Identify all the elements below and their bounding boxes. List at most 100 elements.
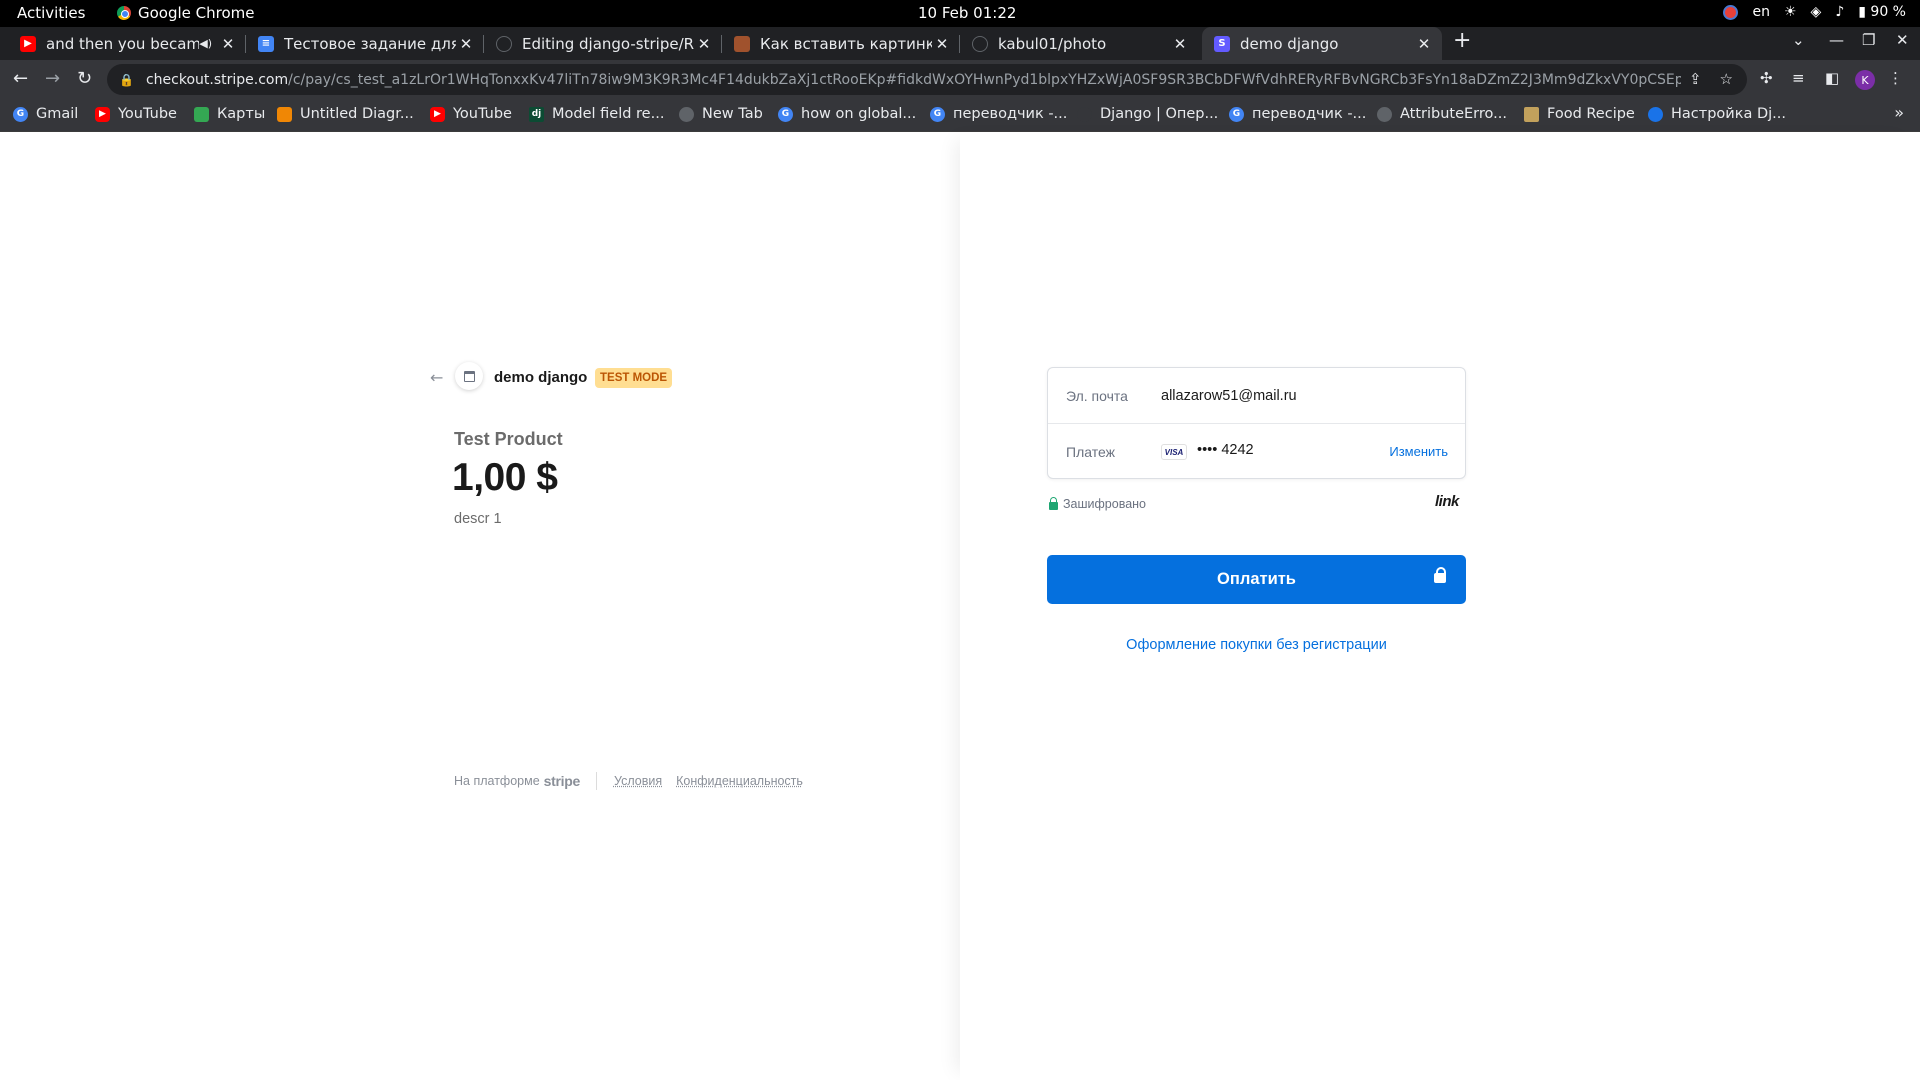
privacy-link[interactable]: Конфиденциальность — [676, 774, 803, 788]
share-icon[interactable]: ⇪ — [1689, 70, 1702, 88]
powered-by-label: На платформе — [454, 774, 540, 788]
bookmark-youtube-2[interactable]: ▶ YouTube — [430, 106, 512, 122]
bookmark-label: AttributeErro... — [1400, 106, 1507, 122]
stripe-icon: S — [1214, 35, 1230, 52]
back-icon[interactable]: ← — [13, 68, 28, 89]
close-tab-icon[interactable]: ✕ — [218, 35, 238, 53]
payment-row[interactable]: Платеж VISA •••• 4242 Изменить — [1048, 424, 1465, 480]
restore-icon[interactable]: ❐ — [1862, 31, 1875, 49]
tab-github-photo[interactable]: kabul01/photo ✕ — [960, 27, 1198, 60]
avatar-icon — [734, 35, 750, 52]
url-host: checkout.stripe.com — [145, 71, 289, 88]
activities-button[interactable]: Activities — [17, 4, 85, 22]
bookmark-attribute-error[interactable]: AttributeErro... — [1377, 106, 1507, 122]
language-indicator[interactable]: en — [1752, 4, 1770, 20]
bookmark-translator[interactable]: Gпереводчик -... — [930, 106, 1067, 122]
forward-icon[interactable]: → — [45, 68, 60, 89]
google-icon: G — [930, 106, 945, 122]
email-row[interactable]: Эл. почта allazarow51@mail.ru — [1048, 368, 1465, 424]
blank-icon — [1077, 106, 1092, 122]
bookmark-label: переводчик -... — [1252, 106, 1367, 122]
bookmark-label: Настройка Dj... — [1671, 106, 1786, 122]
tab-title: Как вставить картинку в — [760, 34, 932, 53]
tab-demo-django[interactable]: S demo django ✕ — [1202, 27, 1442, 60]
lock-icon[interactable]: 🔒 — [119, 73, 134, 87]
customer-info-card: Эл. почта allazarow51@mail.ru Платеж VIS… — [1047, 367, 1466, 479]
app-name: Google Chrome — [138, 4, 255, 22]
tab-image-question[interactable]: Как вставить картинку в ✕ — [722, 27, 960, 60]
github-icon — [972, 35, 988, 52]
more-bookmarks-icon[interactable]: » — [1894, 103, 1904, 122]
powered-by-stripe[interactable]: На платформе stripe — [454, 773, 580, 789]
side-panel-icon[interactable]: ◧ — [1825, 69, 1839, 87]
pay-button[interactable]: Оплатить — [1047, 555, 1466, 604]
merchant-name[interactable]: demo django — [494, 369, 587, 386]
profile-avatar[interactable]: K — [1855, 70, 1875, 90]
bookmark-drawio[interactable]: Untitled Diagr... — [277, 106, 414, 122]
bookmark-new-tab[interactable]: New Tab — [679, 106, 763, 122]
close-tab-icon[interactable]: ✕ — [1170, 35, 1190, 53]
back-arrow-icon[interactable]: ← — [430, 368, 443, 387]
bookmark-food-recipe[interactable]: Food Recipe — [1524, 106, 1635, 122]
bookmark-label: Карты — [217, 106, 266, 122]
volume-icon: ♪ — [1835, 4, 1845, 20]
loader-icon — [1648, 106, 1663, 122]
app-menu[interactable]: Google Chrome — [117, 4, 255, 22]
change-payment-link[interactable]: Изменить — [1389, 444, 1448, 459]
menu-icon[interactable]: ⋮ — [1888, 69, 1903, 87]
globe-icon — [679, 106, 694, 122]
tab-github-editing[interactable]: Editing django-stripe/REA ✕ — [484, 27, 722, 60]
minimize-icon[interactable]: — — [1829, 31, 1844, 49]
clock[interactable]: 10 Feb 01:22 — [918, 4, 1016, 22]
lock-icon — [1434, 567, 1446, 583]
wifi-icon: ◈ — [1810, 4, 1822, 20]
google-icon: G — [1229, 106, 1244, 122]
tab-docs[interactable]: ≡ Тестовое задание для Py ✕ — [246, 27, 484, 60]
terms-link[interactable]: Условия — [614, 774, 662, 788]
bookmark-how-on-global[interactable]: Ghow on global... — [778, 106, 916, 122]
tab-search-icon[interactable]: ⌄ — [1792, 31, 1805, 49]
bookmark-star-icon[interactable]: ☆ — [1720, 70, 1733, 88]
reading-list-icon[interactable]: ≡ — [1792, 69, 1805, 87]
bookmark-label: Model field re... — [552, 106, 665, 122]
close-tab-icon[interactable]: ✕ — [694, 35, 714, 53]
close-tab-icon[interactable]: ✕ — [932, 35, 952, 53]
email-value: allazarow51@mail.ru — [1161, 387, 1297, 404]
google-icon: G — [13, 106, 28, 122]
bookmark-youtube[interactable]: ▶ YouTube — [95, 106, 177, 122]
footer-divider — [595, 772, 597, 790]
bookmark-django-docs[interactable]: dj Model field re... — [529, 106, 664, 122]
new-tab-button[interactable]: + — [1453, 28, 1471, 53]
close-tab-icon[interactable]: ✕ — [1414, 35, 1434, 53]
audio-playing-icon[interactable]: ◀) — [199, 37, 212, 50]
bookmark-django-setup[interactable]: Настройка Dj... — [1648, 106, 1786, 122]
tab-youtube[interactable]: ▶ and then you became a ◀) ✕ — [8, 27, 246, 60]
extensions-icon[interactable]: ✣ — [1760, 69, 1773, 87]
product-description: descr 1 — [454, 511, 502, 527]
bookmark-gmail[interactable]: G Gmail — [13, 106, 78, 122]
checkout-footer: На платформе stripe Условия Конфиденциал… — [454, 772, 817, 790]
bookmark-label: Food Recipe — [1547, 106, 1635, 122]
tab-title: kabul01/photo — [998, 34, 1107, 53]
youtube-icon: ▶ — [430, 106, 445, 122]
system-tray[interactable]: en ☀ ◈ ♪ ▮ 90 % — [1723, 4, 1906, 20]
record-indicator-icon[interactable] — [1723, 4, 1739, 20]
bookmark-translator-2[interactable]: Gпереводчик -... — [1229, 106, 1366, 122]
payment-pane — [960, 132, 1920, 1080]
github-icon — [496, 35, 512, 52]
close-window-icon[interactable]: ✕ — [1896, 31, 1909, 49]
tab-title: Тестовое задание для Py — [284, 34, 456, 53]
encrypted-label: Зашифровано — [1063, 497, 1147, 511]
payment-label: Платеж — [1066, 444, 1115, 460]
address-bar[interactable]: 🔒 checkout.stripe.com/c/pay/cs_test_a1zL… — [107, 64, 1747, 95]
browser-toolbar: ← → ↻ 🔒 checkout.stripe.com/c/pay/cs_tes… — [0, 60, 1920, 99]
reload-icon[interactable]: ↻ — [77, 68, 92, 89]
bookmark-django-ops[interactable]: Django | Опер... — [1077, 106, 1218, 122]
close-tab-icon[interactable]: ✕ — [456, 35, 476, 53]
guest-checkout-link[interactable]: Оформление покупки без регистрации — [1047, 637, 1466, 653]
bookmark-maps[interactable]: Карты — [194, 106, 265, 122]
battery-indicator: ▮ 90 % — [1858, 4, 1906, 20]
bookmark-label: переводчик -... — [953, 106, 1068, 122]
link-logo[interactable]: link — [1435, 493, 1459, 510]
bookmark-label: Gmail — [36, 106, 79, 122]
